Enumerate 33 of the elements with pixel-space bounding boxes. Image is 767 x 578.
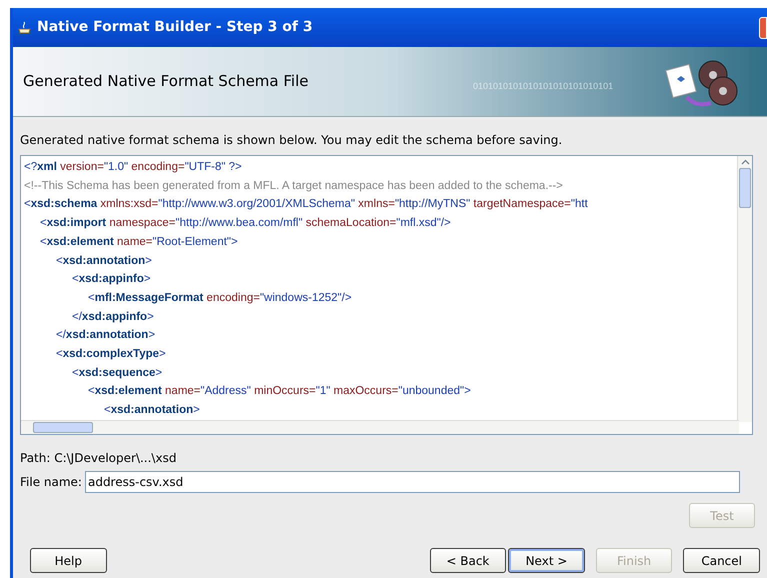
- code-line: <xsd:complexType>: [56, 347, 166, 362]
- coffee-cup-icon: [17, 20, 33, 36]
- dialog-button[interactable]: Help: [30, 548, 107, 573]
- scroll-thumb[interactable]: [739, 168, 751, 208]
- file-name-label: File name:: [20, 474, 82, 491]
- file-name-field[interactable]: address-csv.xsd: [84, 471, 740, 493]
- code-line: <xsd:element name="Address" minOccurs="1" maxOccurs="unbounded">: [88, 384, 471, 400]
- dialog-button[interactable]: < Back: [430, 548, 506, 573]
- code-line: </xsd:appinfo>: [72, 310, 154, 325]
- scroll-up-icon[interactable]: [740, 159, 750, 165]
- code-line: <?xml version="1.0" encoding="UTF-8" ?>: [24, 160, 242, 175]
- code-line: <xsd:schema xmlns:xsd="http://www.w3.org/2001/XMLSchema" xmlns="http://MyTNS" targetNamespace="htt: [24, 197, 588, 212]
- code-line: <xsd:import namespace="http://www.bea.com/mfl" schemaLocation="mfl.xsd"/>: [40, 216, 451, 232]
- code-line: <mfl:MessageFormat encoding="windows-1252"/>: [88, 290, 352, 306]
- dialog-button[interactable]: Next >: [508, 548, 585, 573]
- code-editor[interactable]: [20, 155, 753, 435]
- scroll-thumb[interactable]: [33, 422, 93, 433]
- dialog-button[interactable]: Cancel: [683, 548, 760, 573]
- path-label: Path: C:\JDeveloper\...\xsd: [20, 450, 178, 467]
- code-line: <xsd:annotation>: [104, 403, 200, 418]
- horizontal-scrollbar[interactable]: [21, 420, 739, 434]
- code-line: </xsd:annotation>: [56, 328, 156, 344]
- vertical-scrollbar[interactable]: [737, 156, 752, 422]
- binary-digits: 0101010101010101010101010101: [473, 80, 614, 93]
- code-line: <xsd:appinfo>: [72, 272, 151, 288]
- description-text: Generated native format schema is shown below. You may edit the schema before saving.: [20, 132, 564, 149]
- window-title: Native Format Builder - Step 3 of 3: [37, 18, 313, 37]
- code-line: <xsd:element name="Root-Element">: [40, 234, 238, 250]
- close-button[interactable]: [759, 17, 767, 39]
- code-line: <xsd:sequence>: [72, 366, 162, 381]
- page-title: Generated Native Format Schema File: [23, 71, 308, 92]
- code-line: <!--This Schema has been generated from a MFL. A target namespace has been added to the schema.-->: [24, 178, 563, 194]
- code-line: <xsd:annotation>: [56, 254, 152, 269]
